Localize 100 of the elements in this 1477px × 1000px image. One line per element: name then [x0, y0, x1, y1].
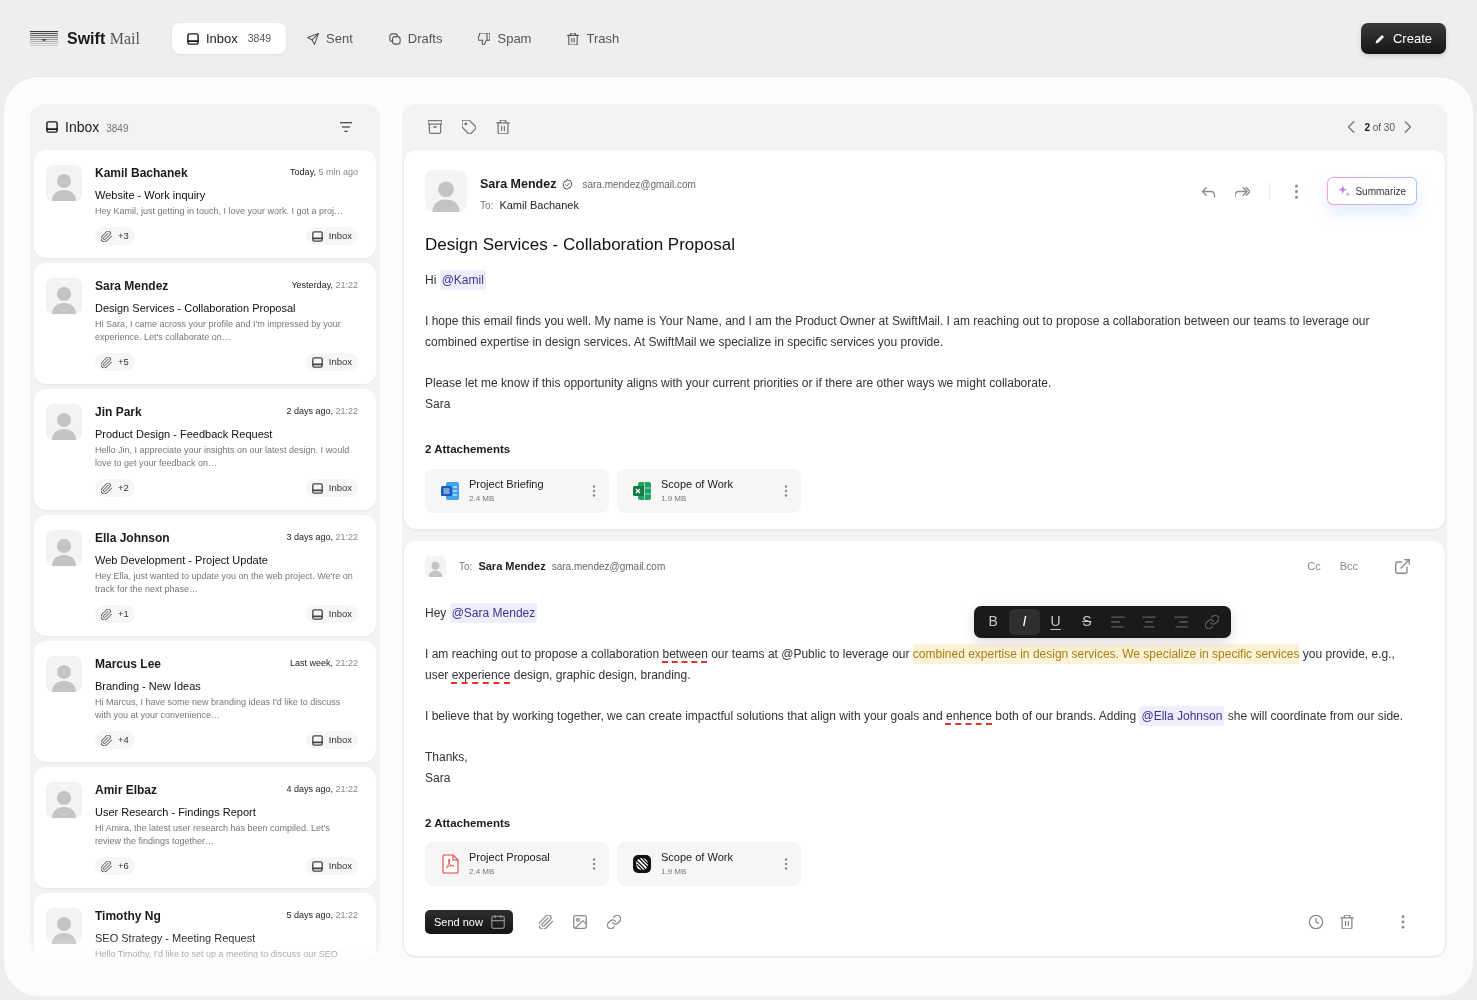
- email-text: Hi @Kamil: [425, 270, 486, 292]
- sender-email: sara.mendez@gmail.com: [582, 177, 696, 192]
- align-left-icon[interactable]: [1111, 614, 1126, 629]
- paperclip-icon[interactable]: [538, 915, 553, 929]
- underline-tool[interactable]: U: [1040, 608, 1071, 635]
- create-button[interactable]: Create: [1360, 23, 1446, 54]
- clock-icon[interactable]: [1309, 915, 1323, 929]
- folder-tab[interactable]: Sent: [292, 23, 368, 54]
- avatar-icon: [46, 782, 82, 818]
- sender-name: Sara Mendez: [95, 278, 169, 294]
- mention-link[interactable]: @Ella Johnson: [1139, 705, 1225, 726]
- message-card[interactable]: Ella Johnson 3 days ago, 21:22 Web Development - Project Update Hey Ella, just wanted to update you on the web project. We're on track for the next phase… +1 Inbox: [34, 515, 376, 636]
- filter-icon[interactable]: [340, 121, 352, 133]
- message-time: Yesterday, 21:22: [291, 279, 358, 293]
- message-subject: Product Design - Feedback Request: [95, 427, 274, 442]
- summarize-button[interactable]: Summarize: [1327, 177, 1417, 205]
- chevron-right-icon[interactable]: [1403, 121, 1412, 133]
- archive-icon[interactable]: [428, 120, 442, 134]
- word-document-icon: [440, 480, 460, 501]
- trash-icon[interactable]: [496, 120, 510, 134]
- pencil-icon: [1374, 33, 1385, 44]
- tag-icon[interactable]: [462, 120, 476, 134]
- list-title: Inbox: [65, 117, 100, 137]
- attachment-count: +6: [118, 858, 129, 873]
- file-name: Project Proposal: [469, 850, 551, 864]
- attachment-tile[interactable]: Project Briefing 2.4 MB: [425, 468, 609, 513]
- align-center-icon[interactable]: [1142, 614, 1157, 629]
- file-size: 1.9 MB: [661, 865, 688, 877]
- folder-tab[interactable]: Spam: [463, 23, 547, 54]
- calendar-icon: [490, 915, 505, 929]
- avatar-icon: [46, 656, 82, 692]
- italic-tool[interactable]: I: [1009, 608, 1040, 635]
- message-card[interactable]: Jin Park 2 days ago, 21:22 Product Design - Feedback Request Hello Jin, I appreciate your insights on our latest design. I would love to get your feedback on… +2 Inbox: [34, 389, 376, 510]
- message-subject: Branding - New Ideas: [95, 679, 202, 694]
- paperclip-icon: [101, 230, 112, 242]
- message-time: 4 days ago, 21:22: [286, 783, 358, 797]
- email-text: I am reaching out to propose a collaboration between our teams at @Public to leverage our combined expertise in design services. We specialize in specific services you provide, e.g., user experience design, graphic design, branding.: [425, 643, 1419, 686]
- chevron-left-icon[interactable]: [1347, 121, 1357, 133]
- bold-tool[interactable]: B: [978, 608, 1009, 635]
- paper-plane-icon: [307, 32, 320, 45]
- message-preview: Hi Amira, the latest user research has been compiled. Let's review the findings together…: [95, 822, 331, 848]
- align-right-icon[interactable]: [1173, 614, 1188, 629]
- folder-tab[interactable]: Inbox 3849: [171, 23, 287, 54]
- attachment-tile[interactable]: Scope of Work 1.9 MB: [617, 468, 801, 513]
- file-size: 2.4 MB: [469, 865, 496, 877]
- message-card[interactable]: Sara Mendez Yesterday, 21:22 Design Services - Collaboration Proposal Hi Sara, I came across your profile and I'm impressed by your experience. Let's collaborate on… +5 Inbox: [34, 263, 376, 384]
- paperclip-icon: [101, 608, 112, 620]
- image-icon[interactable]: [572, 915, 587, 929]
- paperclip-icon: [101, 734, 112, 746]
- bcc-toggle[interactable]: Bcc: [1339, 557, 1358, 575]
- mention-link[interactable]: @Sara Mendez: [449, 602, 538, 623]
- folder-label: Inbox: [328, 732, 352, 747]
- message-time: 2 days ago, 21:22: [286, 405, 358, 419]
- attachment-tile[interactable]: Scope of Work 1.9 MB: [617, 841, 801, 886]
- email-text: I hope this email finds you well. My name is Your Name, and I am the Product Owner at SwiftMail. I am reaching out to propose a collaboration between our teams to leverage our combined expertise in design services. At SwiftMail we specialize in specific services you provide.: [425, 313, 1371, 352]
- message-subject: User Research - Findings Report: [95, 805, 257, 820]
- inbox-icon: [46, 121, 58, 133]
- message-subject: Website - Work inquiry: [95, 188, 207, 203]
- message-count: 3849: [106, 121, 129, 136]
- paperclip-icon: [101, 356, 112, 368]
- message-preview: Hello Timothy, I'd like to set up a meeting to discuss our SEO: [95, 948, 339, 958]
- message-subject: Design Services - Collaboration Proposal: [95, 301, 297, 316]
- send-button[interactable]: Send now: [425, 910, 513, 934]
- email-text: Sara: [425, 769, 451, 787]
- avatar-icon: [46, 908, 82, 944]
- sender-name: Amir Elbaz: [95, 782, 157, 798]
- attachment-count: +3: [118, 228, 129, 243]
- message-subject: Web Development - Project Update: [95, 553, 269, 568]
- message-time: 3 days ago, 21:22: [286, 531, 358, 545]
- file-name: Project Briefing: [469, 477, 545, 491]
- message-time: Last week, 21:22: [289, 657, 358, 671]
- message-time: 5 days ago, 21:22: [286, 909, 358, 923]
- file-size: 1.9 MB: [661, 492, 688, 504]
- inbox-icon: [311, 482, 323, 494]
- message-preview: Hey Kamil, just getting in touch, I love your work. I got a proj…: [95, 205, 345, 218]
- folder-tab[interactable]: Trash: [552, 23, 635, 54]
- message-card[interactable]: Kamil Bachanek Today, 5 min ago Website - Work inquiry Hey Kamil, just getting in touch, I love your work. I got a proj… +3 Inbox: [34, 150, 376, 258]
- cc-toggle[interactable]: Cc: [1307, 557, 1321, 575]
- message-card[interactable]: Amir Elbaz 4 days ago, 21:22 User Research - Findings Report Hi Amira, the latest user research has been compiled. Let's review the findings together… +6 Inbox: [34, 767, 376, 888]
- message-card[interactable]: Timothy Ng 5 days ago, 21:22 SEO Strategy - Meeting Request Hello Timothy, I'd like to set up a meeting to discuss our SEO: [34, 893, 376, 958]
- message-card[interactable]: Marcus Lee Last week, 21:22 Branding - New Ideas Hi Marcus, I have some new branding ideas I'd like to discuss with you at your convenience… +4 Inbox: [34, 641, 376, 762]
- external-link-icon[interactable]: [1395, 558, 1410, 574]
- pager-text: 2 of 30: [1364, 120, 1395, 135]
- inbox-icon: [186, 32, 199, 45]
- folder-tab[interactable]: Drafts: [373, 23, 458, 54]
- strikethrough-tool[interactable]: S: [1071, 608, 1102, 635]
- folder-label: Inbox: [328, 606, 352, 621]
- pdf-file-icon: [440, 853, 460, 874]
- link-icon[interactable]: [1204, 614, 1219, 629]
- sender-name: Kamil Bachanek: [95, 165, 188, 181]
- sender-name: Ella Johnson: [95, 530, 170, 546]
- avatar-icon: [46, 278, 82, 314]
- link-icon[interactable]: [606, 915, 621, 929]
- logo-icon: [30, 30, 58, 47]
- mention-link[interactable]: @Kamil: [439, 270, 486, 291]
- file-name: Scope of Work: [661, 477, 734, 491]
- attachment-tile[interactable]: Project Proposal 2.4 MB: [425, 841, 609, 886]
- inbox-icon: [311, 230, 323, 242]
- message-preview: Hello Jin, I appreciate your insights on our latest design. I would love to get your feedback on…: [95, 444, 351, 470]
- trash-icon[interactable]: [1340, 915, 1354, 929]
